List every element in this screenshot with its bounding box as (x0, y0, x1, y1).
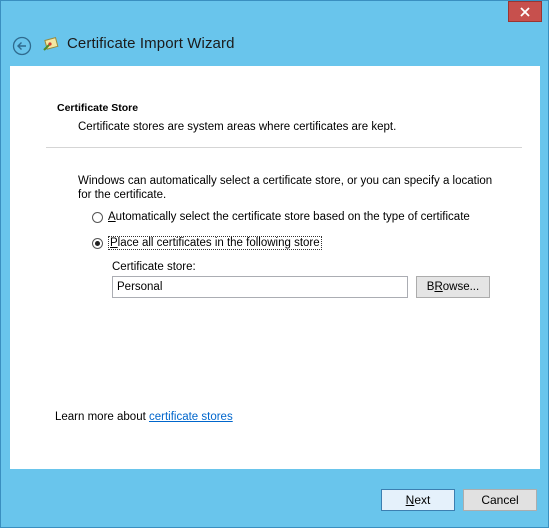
back-button[interactable] (12, 36, 32, 56)
wizard-footer: Next Cancel (1, 470, 548, 527)
certificate-store-field[interactable] (112, 276, 408, 298)
section-title: Certificate Store (57, 102, 139, 114)
radio-button-selected[interactable] (92, 237, 103, 249)
certificate-stores-link[interactable]: certificate stores (149, 411, 233, 423)
intro-text: Windows can automatically select a certi… (78, 175, 493, 201)
option-label: Automatically select the certificate sto… (108, 211, 470, 223)
radio-button[interactable] (92, 211, 103, 223)
place-in-store-option[interactable]: Place all certificates in the following … (92, 236, 322, 250)
window-title: Certificate Import Wizard (67, 35, 235, 52)
wizard-window: Certificate Import Wizard Certificate St… (0, 0, 549, 528)
learn-more: Learn more about certificate stores (55, 411, 233, 423)
back-arrow-icon (12, 36, 32, 56)
browse-button[interactable]: B Rowse... (416, 276, 490, 298)
separator (46, 147, 522, 148)
close-button[interactable] (508, 1, 542, 22)
close-icon (520, 6, 530, 17)
certificate-wizard-icon (42, 35, 60, 53)
certificate-store-label: Certificate store: (112, 261, 196, 273)
auto-select-store-option[interactable]: Automatically select the certificate sto… (92, 211, 470, 223)
section-description: Certificate stores are system areas wher… (78, 121, 397, 133)
wizard-content: Certificate Store Certificate stores are… (10, 66, 540, 469)
cancel-button[interactable]: Cancel (463, 489, 537, 511)
wizard-header: Certificate Import Wizard (1, 25, 548, 65)
option-label: Place all certificates in the following … (108, 236, 322, 250)
next-button[interactable]: Next (381, 489, 455, 511)
